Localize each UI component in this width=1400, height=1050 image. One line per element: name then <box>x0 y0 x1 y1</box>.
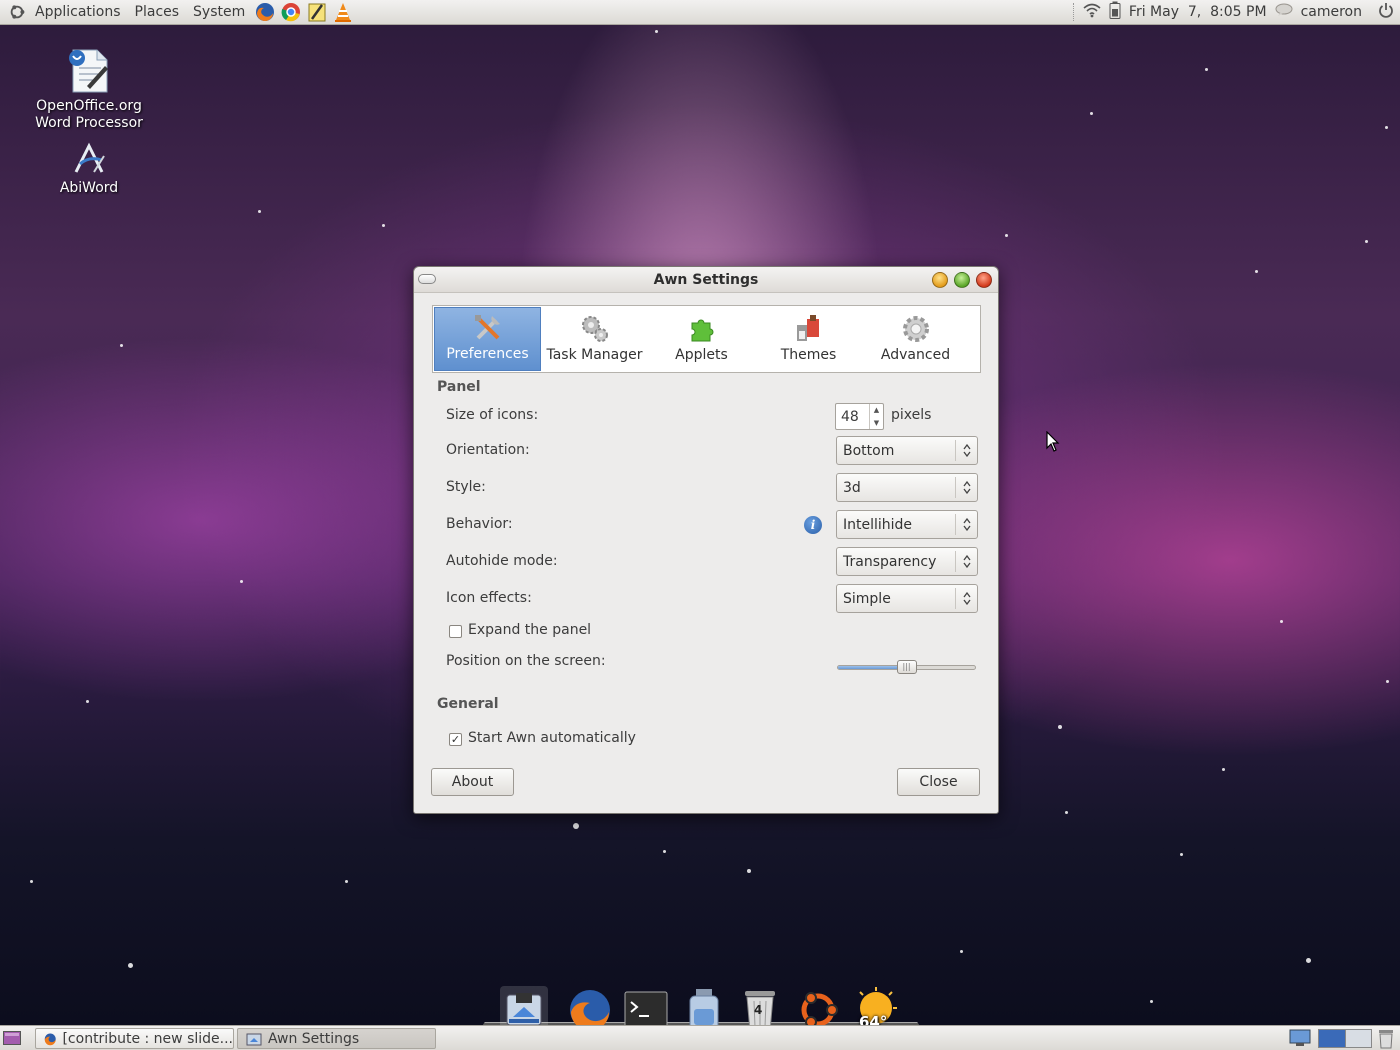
start-awn-checkbox[interactable]: ✓ <box>449 733 462 746</box>
tab-label: Themes <box>780 347 837 363</box>
expand-panel-checkbox[interactable] <box>449 625 462 638</box>
wifi-icon[interactable] <box>1083 2 1101 22</box>
clock[interactable]: Fri May 7, 8:05 PM <box>1129 4 1267 20</box>
top-panel: Applications Places System Fri May 7, 8:… <box>0 0 1400 25</box>
position-slider-handle[interactable]: ||| <box>896 660 917 674</box>
style-value: 3d <box>843 479 861 496</box>
network-monitor-icon[interactable] <box>1288 1028 1312 1050</box>
section-title-panel: Panel <box>437 379 481 395</box>
window-menu-button[interactable] <box>418 274 436 284</box>
icon-effects-value: Simple <box>843 590 891 607</box>
ubuntu-logo-icon[interactable] <box>8 3 26 21</box>
chat-status-icon[interactable] <box>1275 3 1293 21</box>
firefox-icon[interactable] <box>254 1 276 23</box>
autohide-mode-combo[interactable]: Transparency <box>836 547 978 576</box>
icon-effects-label: Icon effects: <box>446 590 532 606</box>
menu-places[interactable]: Places <box>128 0 187 25</box>
info-icon[interactable]: i <box>804 516 822 534</box>
taskbar-label: Awn Settings <box>268 1030 360 1047</box>
tab-label: Task Manager <box>546 347 643 363</box>
spin-up-icon[interactable]: ▲ <box>870 404 883 417</box>
menu-system[interactable]: System <box>186 0 252 25</box>
workspace-2[interactable] <box>1346 1030 1372 1047</box>
tab-themes[interactable]: Themes <box>755 307 862 371</box>
workspace-1[interactable] <box>1319 1030 1346 1047</box>
awn-settings-icon <box>246 1033 262 1045</box>
updown-arrow-icon <box>955 440 977 461</box>
abiword-icon <box>71 142 107 176</box>
updown-arrow-icon <box>955 477 977 498</box>
position-label: Position on the screen: <box>446 653 606 669</box>
desktop-icon-label: Word Processor <box>35 115 143 131</box>
orientation-value: Bottom <box>843 442 895 459</box>
themes-icon <box>793 313 825 345</box>
orientation-label: Orientation: <box>446 442 530 458</box>
size-of-icons-label: Size of icons: <box>446 407 539 423</box>
autohide-mode-label: Autohide mode: <box>446 553 558 569</box>
tab-applets[interactable]: Applets <box>648 307 755 371</box>
openoffice-writer-icon <box>65 46 113 94</box>
behavior-label: Behavior: <box>446 516 513 532</box>
bottom-panel: [contribute : new slide... Awn Settings <box>0 1025 1400 1050</box>
window-titlebar[interactable]: Awn Settings <box>414 267 998 293</box>
behavior-combo[interactable]: Intellihide <box>836 510 978 539</box>
notes-icon[interactable] <box>306 1 328 23</box>
desktop-icon-abiword[interactable]: AbiWord <box>29 142 149 197</box>
spin-down-icon[interactable]: ▼ <box>870 417 883 430</box>
minimize-button[interactable] <box>932 272 948 288</box>
mouse-cursor-icon <box>1046 431 1060 452</box>
gears-icon <box>579 313 611 345</box>
panel-separator <box>1072 3 1075 21</box>
show-desktop-icon[interactable] <box>3 1031 21 1049</box>
tab-advanced[interactable]: Advanced <box>862 307 969 371</box>
taskbar-button-firefox[interactable]: [contribute : new slide... <box>35 1028 234 1049</box>
tab-task-manager[interactable]: Task Manager <box>541 307 648 371</box>
taskbar-button-awn-settings[interactable]: Awn Settings <box>237 1028 436 1049</box>
preferences-tools-icon <box>472 312 504 344</box>
trash-panel-icon[interactable] <box>1377 1029 1395 1050</box>
desktop-icon-label: OpenOffice.org <box>36 98 142 114</box>
puzzle-icon <box>686 313 718 345</box>
icon-effects-combo[interactable]: Simple <box>836 584 978 613</box>
updown-arrow-icon <box>955 588 977 609</box>
style-combo[interactable]: 3d <box>836 473 978 502</box>
window-title: Awn Settings <box>653 271 759 288</box>
power-icon[interactable] <box>1378 2 1394 22</box>
icon-size-spinner[interactable]: 48 ▲ ▼ <box>835 403 884 430</box>
gear-icon <box>900 313 932 345</box>
size-unit-label: pixels <box>891 407 932 423</box>
about-button[interactable]: About <box>431 768 514 796</box>
section-title-general: General <box>437 696 499 712</box>
orientation-combo[interactable]: Bottom <box>836 436 978 465</box>
behavior-value: Intellihide <box>843 516 913 533</box>
maximize-button[interactable] <box>954 272 970 288</box>
firefox-icon <box>44 1033 56 1045</box>
start-awn-label[interactable]: Start Awn automatically <box>468 730 636 746</box>
updown-arrow-icon <box>955 551 977 572</box>
menu-applications[interactable]: Applications <box>28 0 128 25</box>
desktop-icon-label: AbiWord <box>59 180 119 196</box>
tab-label: Preferences <box>446 346 529 362</box>
style-label: Style: <box>446 479 486 495</box>
close-button[interactable]: Close <box>897 768 980 796</box>
tab-label: Applets <box>675 347 728 363</box>
desktop-icon-openoffice-writer[interactable]: OpenOffice.org Word Processor <box>29 46 149 132</box>
updown-arrow-icon <box>955 514 977 535</box>
icon-size-value: 48 <box>841 408 859 425</box>
autohide-mode-value: Transparency <box>843 553 937 570</box>
trash-count-badge: 4 <box>754 1003 763 1017</box>
awn-settings-window: Awn Settings Preferences Task Manager Ap… <box>413 266 999 814</box>
close-window-button[interactable] <box>976 272 992 288</box>
battery-icon[interactable] <box>1109 1 1121 23</box>
user-name[interactable]: cameron <box>1301 4 1362 20</box>
tab-label: Advanced <box>880 347 951 363</box>
chrome-icon[interactable] <box>280 1 302 23</box>
workspace-switcher[interactable] <box>1318 1029 1372 1048</box>
settings-tabbar: Preferences Task Manager Applets Themes … <box>432 305 981 373</box>
tab-preferences[interactable]: Preferences <box>434 307 541 371</box>
vlc-icon[interactable] <box>332 1 354 23</box>
expand-panel-label[interactable]: Expand the panel <box>468 622 591 638</box>
taskbar-label: [contribute : new slide... <box>62 1030 233 1047</box>
